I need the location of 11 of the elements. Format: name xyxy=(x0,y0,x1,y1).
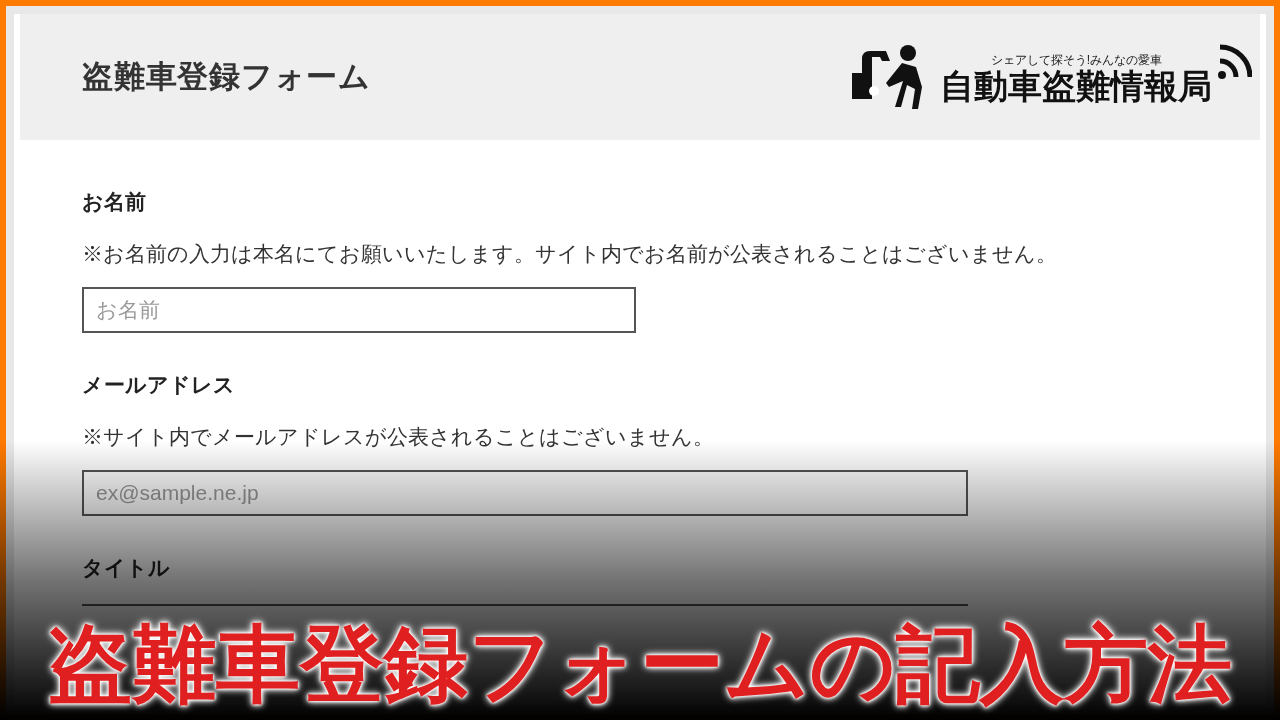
logo-tagline: シェアして探そう!みんなの愛車 xyxy=(990,52,1162,69)
page-title: 盗難車登録フォーム xyxy=(82,57,371,96)
field-label: メールアドレス xyxy=(82,372,236,398)
banner-title: 盗難車登録フォームの記入方法 xyxy=(48,622,1232,706)
logo-name: 自動車盗難情報局 xyxy=(940,69,1212,103)
input-field[interactable]: ex@sample.ne.jp xyxy=(82,470,968,516)
input-field[interactable]: お名前 xyxy=(82,287,636,333)
field-label: お名前 xyxy=(82,189,147,215)
field-note: ※お名前の入力は本名にてお願いいたします。サイト内でお名前が公表されることはございません。 xyxy=(82,240,1058,267)
field-label: タイトル xyxy=(82,555,171,581)
field-note: ※サイト内でメールアドレスが公表されることはございません。 xyxy=(82,423,715,450)
